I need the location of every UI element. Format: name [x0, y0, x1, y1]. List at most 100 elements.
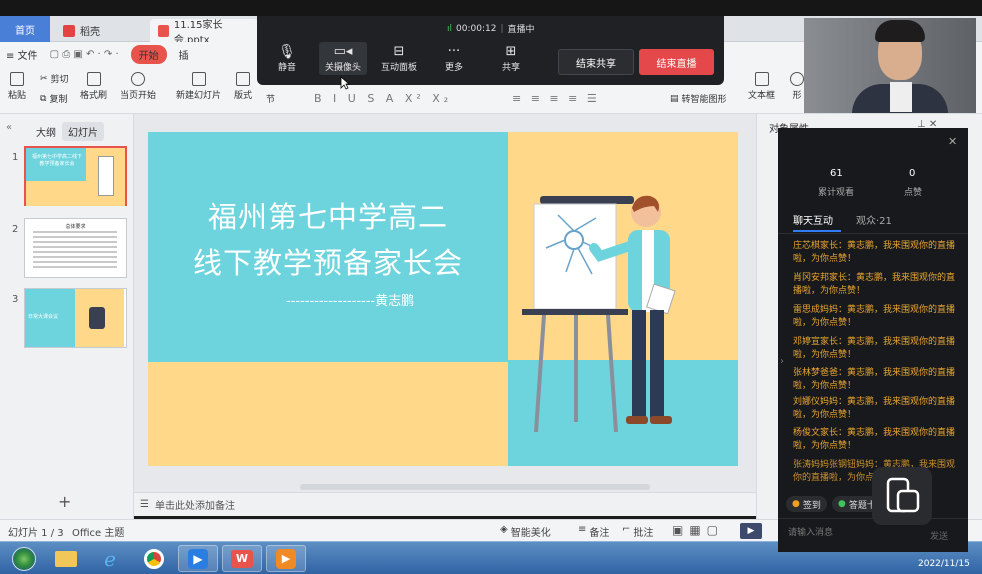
meeting-toolbar: ıl 00:00:12 | 直播中 🎙︎ 静音 ▭◂ 关摄像头 ⊟ 互动面板 ··· 更…: [257, 16, 724, 85]
taskbar-date: 2022/11/15: [918, 559, 970, 569]
notes-toggle-icon: ≡: [578, 524, 587, 535]
slide-thumbnail-3[interactable]: 日常大课会议: [24, 288, 127, 348]
menu-start[interactable]: 开始: [130, 44, 167, 64]
signin-label: 签到: [802, 500, 821, 511]
thumb2-title: 总体要求: [65, 224, 86, 230]
section-button[interactable]: 节: [266, 92, 275, 105]
notes-toggle-button[interactable]: ≡ 备注: [578, 524, 609, 539]
chat-message: 邓婷宣家长：黄志鹏，我来围观你的直播啦，为你点赞！: [793, 337, 956, 360]
textbox-label: 文本框: [748, 91, 776, 101]
live-timer: 00:00:12: [456, 23, 497, 34]
textbox-button[interactable]: 文本框: [748, 72, 775, 101]
tab-outline[interactable]: 大纲: [30, 122, 62, 141]
tab-slides[interactable]: 幻灯片: [62, 122, 104, 141]
copy-button[interactable]: ⧉ 复制: [40, 92, 67, 106]
new-slide-button[interactable]: 新建幻灯片: [176, 72, 221, 101]
answer-card-icon: ●: [838, 499, 846, 509]
send-button[interactable]: 发送: [930, 529, 948, 542]
view-mode-buttons[interactable]: ▣▦▢: [672, 523, 724, 537]
tab-divider: [778, 233, 968, 234]
paste-button[interactable]: 粘贴: [8, 72, 26, 101]
slideshow-play-button[interactable]: ▶: [740, 523, 762, 539]
explorer-taskbar-button[interactable]: [46, 545, 86, 572]
phone-mirror-icon: [886, 477, 920, 513]
share-button[interactable]: ⊞ 共享: [502, 44, 520, 73]
thumb3-title: 日常大课会议: [28, 314, 59, 320]
daoke-icon: [63, 24, 75, 37]
total-views-value: 61: [830, 168, 843, 179]
comments-button[interactable]: ⌐ 批注: [622, 524, 653, 539]
textbox-icon: [754, 72, 769, 86]
format-painter-button[interactable]: 格式刷: [80, 72, 107, 101]
webcam-video: [804, 18, 976, 113]
share-screen-icon: ⊞: [505, 44, 517, 59]
wps-taskbar-button[interactable]: W: [222, 545, 262, 572]
thumb-number-3: 3: [12, 294, 19, 305]
more-label: 更多: [445, 63, 464, 73]
meeting-app-icon: ▶: [188, 548, 208, 569]
camera-label: 关摄像头: [325, 63, 362, 73]
tab-pptx-file[interactable]: 11.15家长会.pptx: [150, 19, 258, 46]
slide-title-line1: 福州第七中学高二: [207, 200, 448, 234]
scissors-icon: ✂: [40, 73, 48, 84]
notes-area[interactable]: ☰ 单击此处添加备注: [134, 492, 756, 516]
end-live-button[interactable]: 结束直播: [639, 49, 714, 75]
chat-message: 庄芯棋家长：黄志鹏，我来围观你的直播啦，为你点赞！: [793, 241, 956, 264]
signal-icon: ıl: [447, 23, 453, 34]
add-slide-button[interactable]: +: [58, 492, 71, 511]
tencent-meeting-taskbar-button[interactable]: ▶: [178, 545, 218, 572]
menu-insert[interactable]: 插: [179, 47, 189, 62]
close-icon[interactable]: ✕: [948, 135, 957, 148]
total-views-label: 累计观看: [818, 188, 855, 198]
chat-message: 刘娜仪妈妈：黄志鹏，我来围观你的直播啦，为你点赞！: [793, 397, 956, 420]
end-share-button[interactable]: 结束共享: [558, 49, 634, 75]
quick-access-icons: ▢ ⎙ ▣ ↶ · ↷ ·: [49, 48, 119, 60]
slide-thumbnail-1[interactable]: 福州第七中学高二线下教学预备家长会: [24, 146, 127, 206]
new-slide-label: 新建幻灯片: [176, 91, 222, 101]
tab-daoke[interactable]: 稻壳: [55, 19, 108, 42]
slide-horizontal-scrollbar[interactable]: [300, 484, 650, 490]
current-slide[interactable]: 福州第七中学高二 线下教学预备家长会 -------------------黄志…: [148, 132, 738, 466]
tab-chat-interaction[interactable]: 聊天互动: [793, 212, 833, 227]
mute-button[interactable]: 🎙︎ 静音: [278, 44, 296, 73]
cut-button[interactable]: ✂ 剪切: [40, 72, 69, 86]
smart-graphic-button[interactable]: ▤ 转智能图形: [670, 92, 727, 106]
paragraph-align-buttons[interactable]: ≡ ≡ ≡ ≡ ☰: [512, 92, 600, 105]
slide-title-line2: 线下教学预备家长会: [192, 246, 463, 280]
tab-audience[interactable]: 观众·21: [856, 212, 892, 227]
thumb1-figure: [98, 156, 114, 196]
slide-thumbnail-2[interactable]: 总体要求: [24, 218, 127, 278]
chat-message: 杨俊文家长：黄志鹏，我来围观你的直播啦，为你点赞！: [793, 428, 956, 451]
smart-beautify-button[interactable]: ◈ 智能美化: [500, 524, 551, 539]
camera-toggle-button[interactable]: ▭◂ 关摄像头: [319, 42, 368, 75]
interactive-board-button[interactable]: ⊟ 互动面板: [381, 44, 417, 73]
shape-button[interactable]: 形: [790, 72, 804, 101]
font-style-buttons[interactable]: B I U S A X² X₂: [314, 92, 452, 105]
layout-button[interactable]: 版式: [234, 72, 252, 101]
ie-taskbar-button[interactable]: e: [90, 545, 130, 572]
presentation-taskbar-button[interactable]: ▶: [266, 545, 306, 572]
start-button[interactable]: [4, 545, 44, 572]
shape-icon: [790, 72, 804, 86]
phone-mirror-button[interactable]: [872, 467, 932, 525]
ie-icon: e: [104, 546, 116, 571]
play-icon: [131, 72, 145, 86]
chat-input[interactable]: 请输入消息: [788, 525, 833, 538]
shape-label: 形: [792, 91, 802, 101]
chrome-taskbar-button[interactable]: [134, 545, 174, 572]
collapse-pane-icon[interactable]: «: [6, 122, 12, 133]
new-slide-icon: [191, 72, 206, 86]
slide-scrollbar[interactable]: [742, 132, 750, 472]
board-icon: ⊟: [393, 44, 405, 59]
play-from-current-button[interactable]: 当页开始: [120, 72, 156, 101]
folder-icon: [55, 550, 77, 567]
menu-file[interactable]: ≡ 文件: [6, 47, 38, 62]
play-from-label: 当页开始: [120, 91, 157, 101]
panel-expand-arrow-icon[interactable]: ›: [780, 356, 784, 367]
comments-icon: ⌐: [622, 524, 631, 535]
tab-file-label: 11.15家长会.pptx: [173, 19, 223, 46]
more-button[interactable]: ··· 更多: [445, 44, 463, 73]
signin-button[interactable]: ● 签到: [786, 496, 827, 512]
tab-home[interactable]: 首页: [0, 16, 50, 42]
notes-icon: ☰: [140, 499, 149, 510]
